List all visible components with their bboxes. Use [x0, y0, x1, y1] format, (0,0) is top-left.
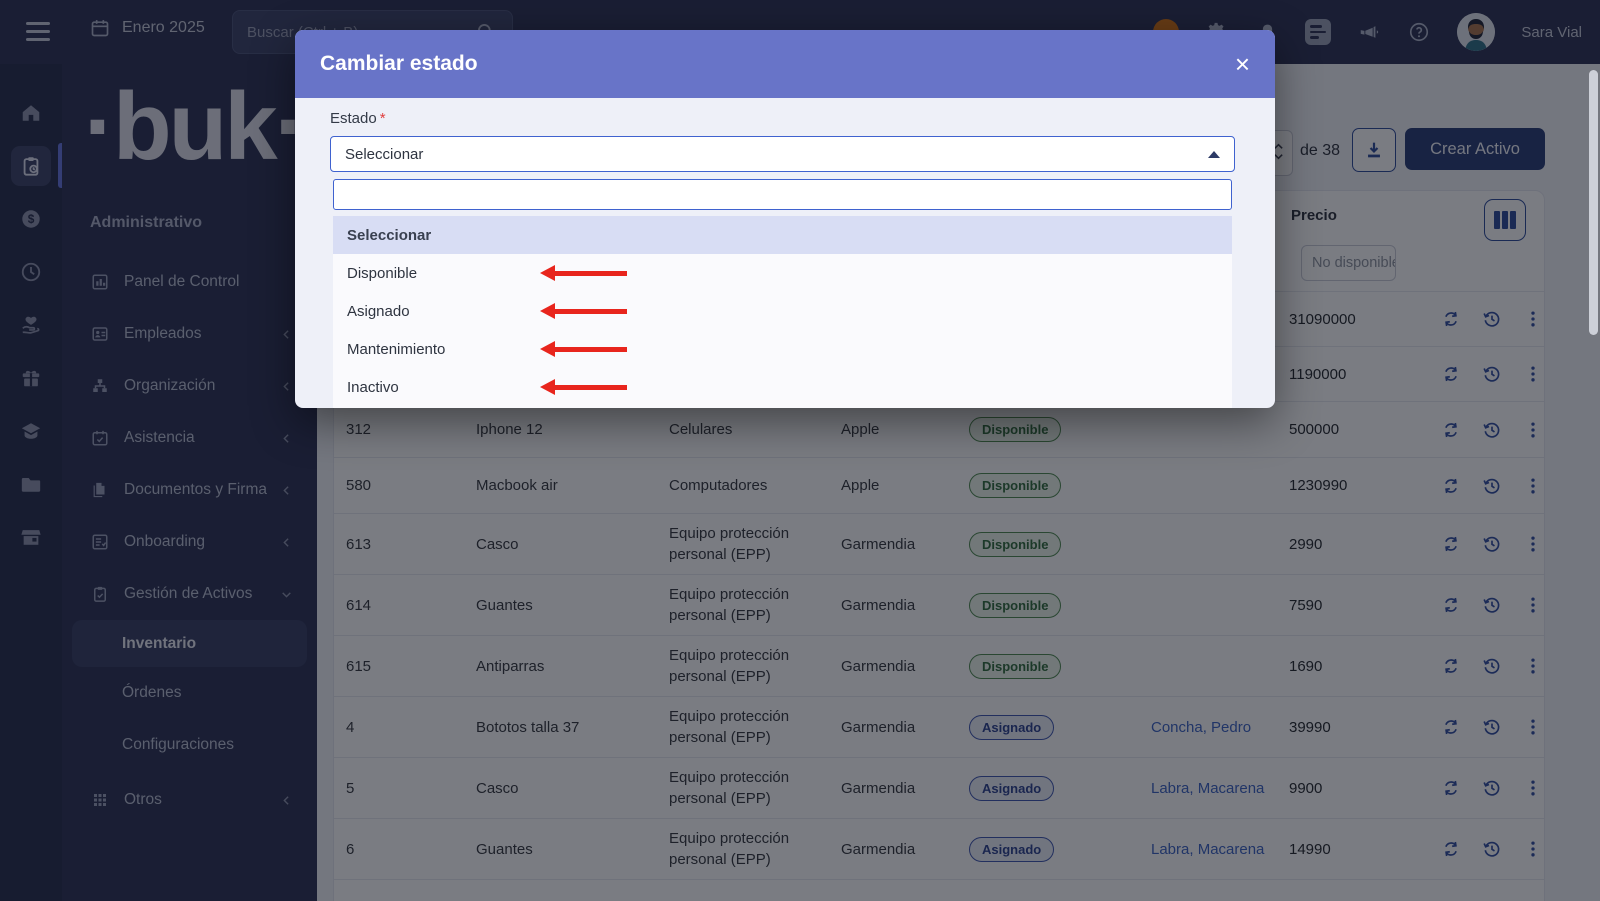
option-seleccionar[interactable]: Seleccionar	[333, 216, 1232, 254]
estado-select[interactable]: Seleccionar	[330, 136, 1235, 172]
estado-options-list: Seleccionar Disponible Asignado Mantenim…	[333, 216, 1232, 408]
annotation-arrow	[540, 341, 627, 357]
option-mantenimiento[interactable]: Mantenimiento	[333, 330, 1232, 368]
annotation-arrow	[540, 379, 627, 395]
caret-up-icon	[1208, 151, 1220, 158]
option-disponible[interactable]: Disponible	[333, 254, 1232, 292]
modal-header: Cambiar estado ×	[295, 30, 1275, 98]
option-inactivo[interactable]: Inactivo	[333, 368, 1232, 406]
close-icon[interactable]: ×	[1235, 51, 1250, 77]
change-status-modal: Cambiar estado × Estado* Seleccionar Sel…	[295, 30, 1275, 408]
estado-field-label: Estado*	[330, 110, 386, 127]
app-window: Enero 2025 Sara	[0, 0, 1600, 901]
required-mark: *	[380, 110, 386, 127]
dropdown-search-input[interactable]	[333, 179, 1232, 210]
modal-body: Estado* Seleccionar Seleccionar Disponib…	[295, 98, 1275, 408]
annotation-arrow	[540, 265, 627, 281]
modal-title: Cambiar estado	[320, 52, 478, 76]
estado-select-value: Seleccionar	[345, 146, 423, 163]
annotation-arrow	[540, 303, 627, 319]
option-asignado[interactable]: Asignado	[333, 292, 1232, 330]
scrollbar-thumb[interactable]	[1589, 70, 1598, 335]
